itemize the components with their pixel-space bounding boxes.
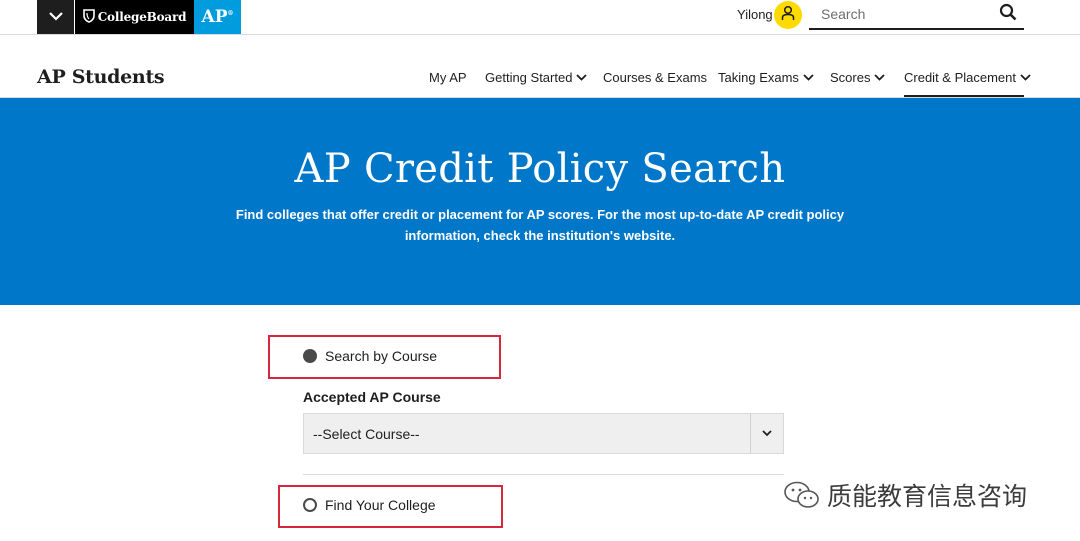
wechat-watermark: 质能教育信息咨询 bbox=[783, 479, 1027, 511]
user-avatar[interactable] bbox=[774, 1, 802, 29]
nav-item-taking-exams[interactable]: Taking Exams bbox=[718, 70, 814, 85]
radio-label: Find Your College bbox=[325, 497, 436, 513]
nav-item-scores[interactable]: Scores bbox=[830, 70, 886, 85]
nav-item-label: Credit & Placement bbox=[904, 70, 1016, 85]
nav-item-credit-placement[interactable]: Credit & Placement bbox=[904, 70, 1031, 97]
chevron-down-icon bbox=[874, 74, 886, 81]
course-select[interactable]: --Select Course-- bbox=[303, 413, 784, 454]
nav-item-label: Courses & Exams bbox=[603, 70, 708, 85]
chevron-down-icon bbox=[750, 414, 783, 453]
search-input[interactable] bbox=[809, 2, 989, 26]
site-menu-toggle-button[interactable] bbox=[37, 0, 74, 34]
watermark-text: 质能教育信息咨询 bbox=[827, 483, 1028, 511]
user-name[interactable]: Yilong bbox=[737, 7, 773, 22]
nav-item-label: My AP bbox=[429, 70, 467, 85]
chevron-down-icon bbox=[803, 74, 814, 81]
user-icon bbox=[781, 5, 795, 26]
collegeboard-wordmark: CollegeBoard bbox=[97, 10, 187, 24]
course-select-value: --Select Course-- bbox=[313, 425, 420, 442]
nav-item-getting-started[interactable]: Getting Started bbox=[485, 70, 588, 85]
page-subtitle: Find colleges that offer credit or place… bbox=[235, 207, 845, 243]
chevron-down-icon bbox=[1020, 74, 1031, 81]
ap-wordmark: AP bbox=[201, 7, 228, 27]
nav-item-label: Scores bbox=[830, 70, 871, 85]
hero-banner: AP Credit Policy Search Find colleges th… bbox=[0, 98, 1080, 305]
chevron-down-icon bbox=[48, 8, 63, 26]
chevron-down-icon bbox=[576, 74, 588, 81]
radio-label: Search by Course bbox=[325, 348, 438, 364]
radio-unchecked-icon bbox=[303, 498, 317, 512]
nav-item-courses-exams[interactable]: Courses & Exams bbox=[603, 70, 707, 85]
main-nav: AP Students My AP Getting Started Course… bbox=[0, 35, 1080, 98]
utility-bar: CollegeBoard AP ® Yilong bbox=[0, 0, 1080, 35]
radio-checked-icon bbox=[303, 349, 317, 363]
radio-find-your-college[interactable]: Find Your College bbox=[303, 497, 436, 513]
page: CollegeBoard AP® Yilong AP Students My A… bbox=[0, 0, 1080, 541]
wechat-icon bbox=[783, 480, 821, 510]
nav-item-my-ap[interactable]: My AP bbox=[429, 70, 467, 85]
page-title: AP Credit Policy Search bbox=[294, 146, 786, 192]
divider bbox=[303, 474, 784, 475]
radio-search-by-course[interactable]: Search by Course bbox=[303, 348, 437, 364]
ap-logo[interactable]: AP ® bbox=[194, 0, 241, 34]
collegeboard-logo[interactable]: CollegeBoard bbox=[75, 0, 194, 34]
search-bar bbox=[809, 0, 1024, 30]
nav-item-label: Getting Started bbox=[485, 70, 573, 85]
search-icon bbox=[999, 3, 1017, 26]
acorn-shield-icon bbox=[82, 8, 98, 26]
site-title[interactable]: AP Students bbox=[37, 66, 165, 88]
nav-item-label: Taking Exams bbox=[718, 70, 799, 85]
search-button[interactable] bbox=[998, 3, 1018, 26]
accepted-course-label: Accepted AP Course bbox=[303, 389, 441, 405]
